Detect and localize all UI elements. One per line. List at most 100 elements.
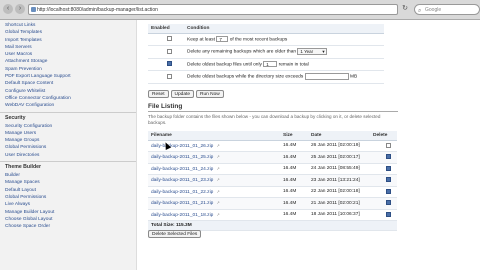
enabled-checkbox-checked[interactable] bbox=[167, 61, 172, 67]
file-link[interactable]: daily-backup-2011_01_24.zip bbox=[151, 167, 213, 172]
col-header-size[interactable]: Size bbox=[280, 131, 308, 141]
address-bar[interactable]: http://localhost:8080/admin/backup-manag… bbox=[28, 4, 398, 15]
forward-icon[interactable]: › bbox=[15, 4, 25, 14]
sidebar-item[interactable]: Default Space Content bbox=[0, 80, 136, 87]
condition-row: Delete oldest backups while the director… bbox=[148, 70, 384, 84]
file-link[interactable]: daily-backup-2011_01_18.zip bbox=[151, 213, 213, 218]
age-select[interactable]: 1 Year ▼ bbox=[297, 48, 328, 55]
delete-checkbox-checked[interactable] bbox=[385, 165, 391, 171]
sidebar-item[interactable]: Live Always bbox=[0, 201, 136, 208]
file-date: 23 Jan 2011 [13:21:24] bbox=[308, 174, 370, 187]
address-text: http://localhost:8080/admin/backup-manag… bbox=[37, 7, 158, 13]
table-row: daily-backup-2011_01_26.zip ↗ 16.4M 26 Ja… bbox=[148, 140, 397, 152]
condition-suffix: of the most recent backups bbox=[229, 37, 288, 43]
reload-icon[interactable]: ↻ bbox=[400, 4, 410, 14]
file-size: 16.4M bbox=[280, 197, 308, 210]
sidebar-item[interactable]: Manage Spaces bbox=[0, 179, 136, 186]
reset-button[interactable]: Reset bbox=[148, 90, 169, 98]
sidebar-item[interactable]: Spam Prevention bbox=[0, 66, 136, 73]
col-header-condition: Condition bbox=[184, 24, 384, 34]
file-listing-title: File Listing bbox=[148, 103, 183, 110]
sidebar-heading-theme-builder: Theme Builder bbox=[0, 161, 136, 172]
sidebar-item[interactable]: Global Templates bbox=[0, 29, 136, 36]
sidebar-item[interactable]: Security Configuration bbox=[0, 123, 136, 130]
search-placeholder: Google bbox=[425, 7, 442, 13]
table-row: daily-backup-2011_01_24.zip ↗ 16.4M 24 Ja… bbox=[148, 163, 397, 175]
file-link[interactable]: daily-backup-2011_01_25.zip bbox=[151, 155, 213, 160]
sidebar-item[interactable]: Builder bbox=[0, 172, 136, 179]
external-link-icon: ↗ bbox=[216, 177, 220, 183]
external-link-icon: ↗ bbox=[216, 142, 220, 148]
delete-checkbox-checked[interactable] bbox=[385, 154, 391, 160]
sidebar-item[interactable]: Import Templates bbox=[0, 37, 136, 44]
delete-checkbox-checked[interactable] bbox=[385, 188, 391, 194]
sidebar-item[interactable]: User Macros bbox=[0, 51, 136, 58]
sidebar-item[interactable]: Attachment Storage bbox=[0, 58, 136, 65]
sidebar-item[interactable]: Manage Builder Layout bbox=[0, 209, 136, 216]
file-link[interactable]: daily-backup-2011_01_26.zip bbox=[151, 144, 213, 149]
condition-label: Keep at least bbox=[187, 37, 216, 43]
table-row: daily-backup-2011_01_25.zip ↗ 16.4M 25 Ja… bbox=[148, 151, 397, 164]
sidebar-item[interactable]: User Directories bbox=[0, 152, 136, 159]
sidebar-item[interactable]: Global Permissions bbox=[0, 144, 136, 151]
delete-checkbox-checked[interactable] bbox=[385, 211, 391, 217]
action-buttons: Reset Update Run Now bbox=[148, 90, 226, 99]
search-icon: ⌕ bbox=[418, 8, 422, 14]
sidebar-item[interactable]: WebDAV Configuration bbox=[0, 102, 136, 109]
table-row: daily-backup-2011_01_18.zip ↗ 16.4M 18 Ja… bbox=[148, 209, 397, 221]
file-size: 16.4M bbox=[280, 174, 308, 187]
file-size: 16.4M bbox=[280, 163, 308, 175]
remain-count-input[interactable]: 1 bbox=[263, 60, 278, 68]
update-button[interactable]: Update bbox=[170, 90, 194, 98]
enabled-checkbox[interactable] bbox=[167, 36, 172, 42]
condition-label: Delete any remaining backups which are o… bbox=[187, 50, 297, 55]
sidebar-item[interactable]: Manage Users bbox=[0, 130, 136, 137]
file-link[interactable]: daily-backup-2011_01_23.zip bbox=[151, 178, 213, 183]
file-date: 21 Jan 2011 [02:00:21] bbox=[308, 197, 370, 210]
sidebar-item[interactable]: Manage Groups bbox=[0, 137, 136, 144]
admin-sidebar: Shortcut Links Global Templates Import T… bbox=[0, 20, 137, 270]
delete-selected-button[interactable]: Delete Selected Files bbox=[148, 230, 202, 238]
sidebar-item[interactable]: Choose Space Order bbox=[0, 223, 136, 230]
file-link[interactable]: daily-backup-2011_01_21.zip bbox=[151, 201, 213, 206]
keep-count-input[interactable]: 7 bbox=[216, 35, 229, 43]
file-date: 18 Jan 2011 [10:06:37] bbox=[308, 209, 370, 221]
delete-checkbox-checked[interactable] bbox=[385, 200, 391, 206]
external-link-icon: ↗ bbox=[216, 188, 220, 194]
condition-label: Delete oldest backups while the director… bbox=[187, 75, 304, 80]
col-header-date[interactable]: Date bbox=[308, 131, 370, 141]
file-size: 16.4M bbox=[280, 151, 308, 164]
sidebar-item[interactable]: PDF Export Language Support bbox=[0, 73, 136, 80]
dir-size-input[interactable] bbox=[304, 73, 349, 80]
total-row: Total Size: 115.3M bbox=[148, 220, 397, 231]
col-header-filename[interactable]: Filename bbox=[148, 131, 280, 141]
table-row: daily-backup-2011_01_22.zip ↗ 16.4M 22 Ja… bbox=[148, 186, 397, 198]
sidebar-item[interactable]: Choose Global Layout bbox=[0, 216, 136, 223]
sidebar-heading-security: Security bbox=[0, 111, 136, 123]
external-link-icon: ↗ bbox=[216, 165, 220, 171]
sidebar-item[interactable]: Configure Whitelist bbox=[0, 88, 136, 95]
file-link[interactable]: daily-backup-2011_01_22.zip bbox=[151, 190, 213, 195]
enabled-checkbox[interactable] bbox=[167, 73, 172, 79]
enabled-checkbox[interactable] bbox=[167, 48, 172, 54]
sidebar-item[interactable]: Mail Servers bbox=[0, 44, 136, 51]
sidebar-item[interactable]: Default Layout bbox=[0, 187, 136, 194]
sidebar-item[interactable]: Global Permissions bbox=[0, 194, 136, 201]
file-listing-description: The backup folder contains the files sho… bbox=[148, 114, 381, 125]
search-input[interactable]: ⌕ Google bbox=[414, 4, 480, 15]
external-link-icon: ↗ bbox=[216, 211, 220, 217]
file-table: Filename Size Date Delete daily-backup-2… bbox=[148, 131, 397, 231]
total-size: Total Size: 115.3M bbox=[148, 220, 397, 231]
sidebar-item[interactable]: Office Connector Configuration bbox=[0, 95, 136, 102]
condition-suffix: MB bbox=[349, 75, 358, 80]
site-icon bbox=[31, 7, 36, 12]
back-icon[interactable]: ‹ bbox=[3, 4, 13, 14]
sidebar-item[interactable]: Shortcut Links bbox=[0, 22, 136, 29]
delete-checkbox[interactable] bbox=[385, 142, 391, 148]
col-header-enabled: Enabled bbox=[148, 24, 184, 34]
run-now-button[interactable]: Run Now bbox=[196, 90, 224, 98]
file-date: 24 Jan 2011 [08:55:49] bbox=[308, 163, 370, 175]
condition-row: Delete oldest backup files until only 1 … bbox=[148, 58, 384, 71]
file-date: 22 Jan 2011 [02:00:18] bbox=[308, 186, 370, 198]
delete-checkbox-checked[interactable] bbox=[385, 177, 391, 183]
